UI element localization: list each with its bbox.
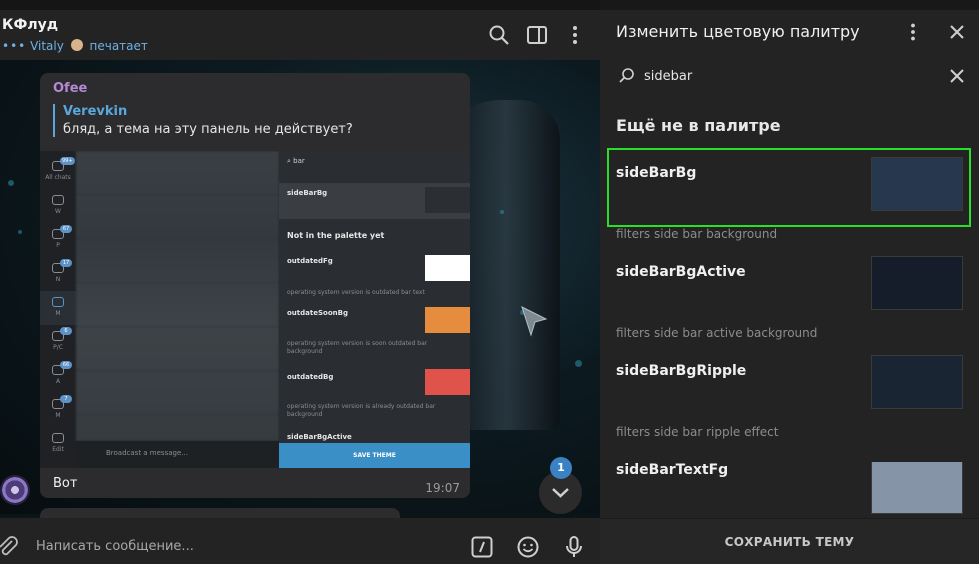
screenshot-swatch [425, 369, 470, 395]
message-input[interactable] [30, 532, 450, 560]
screenshot-composer: Broadcast a message... [76, 441, 279, 468]
mouse-cursor-icon [521, 306, 548, 337]
color-swatch[interactable] [871, 157, 963, 211]
reply-author: Verevkin [63, 104, 128, 119]
palette-item[interactable]: sideBarBg filters side bar background [600, 157, 979, 264]
emoji-icon[interactable] [516, 535, 540, 559]
palette-search-input[interactable] [644, 64, 944, 88]
rail-folder: 7M [40, 393, 76, 427]
screenshot-swatch [425, 307, 470, 333]
title-bar [0, 0, 979, 10]
screenshot-item-title: sideBarBgActive [287, 433, 352, 441]
typing-text: печатает [89, 39, 148, 53]
screenshot-item-title: outdateSoonBg [287, 309, 348, 317]
palette-item-desc: filters side bar ripple effect [616, 425, 779, 439]
background-dot [18, 230, 22, 234]
attached-screenshot[interactable]: 99+ All chats W 67 P 17 N M 6 P/C 66 A 7M Edi… [40, 151, 470, 468]
screenshot-item-desc: operating system version is outdated bar… [287, 289, 425, 296]
screenshot-item-title: sideBarBg [287, 189, 328, 197]
save-theme-button[interactable]: СОХРАНИТЬ ТЕМУ [600, 518, 979, 564]
typing-user: Vitaly [30, 39, 64, 53]
screenshot-chat-list-blurred [76, 151, 279, 441]
rail-folder: W [40, 189, 76, 223]
screenshot-palette-panel: ⌕ bar sideBarBg Not in the palette yet o… [279, 151, 470, 468]
bot-command-icon[interactable] [470, 535, 494, 559]
palette-panel: Изменить цветовую палитру Ещё не в палит… [600, 10, 979, 564]
palette-item-desc: filters side bar background [616, 227, 778, 241]
palette-item-name: sideBarTextFg [616, 462, 729, 478]
rail-folder: 99+ All chats [45, 157, 75, 181]
color-swatch[interactable] [871, 462, 963, 514]
panel-title: Изменить цветовую палитру [616, 22, 860, 41]
typing-dots: ••• [2, 39, 27, 53]
message-time: 19:07 [425, 481, 460, 495]
chat-title[interactable]: КФлуд [2, 17, 58, 33]
more-vertical-icon[interactable] [564, 24, 586, 46]
message-bubble[interactable]: Ofee Verevkin бляд, а тема на эту панель… [40, 73, 470, 498]
rail-folder: Edit [40, 427, 76, 461]
palette-item[interactable]: sideBarTextFg [600, 462, 979, 518]
typing-status: ••• Vitaly печатает [2, 39, 148, 53]
typing-emoji-icon [70, 39, 83, 51]
screenshot-section-title: Not in the palette yet [287, 231, 385, 240]
section-title: Ещё не в палитре [616, 116, 781, 135]
rail-folder: 67 P [40, 223, 76, 257]
screenshot-swatch [425, 187, 470, 213]
more-vertical-icon[interactable] [903, 22, 923, 42]
screenshot-search-text: ⌕ bar [287, 157, 305, 165]
palette-item[interactable]: sideBarBgActive filters side bar active … [600, 256, 979, 363]
sidebar-toggle-icon[interactable] [526, 24, 548, 46]
rail-folder: M [40, 291, 76, 325]
reply-text: бляд, а тема на эту панель не действует? [63, 122, 353, 137]
background-dot [500, 210, 504, 214]
background-dot [8, 180, 14, 186]
palette-item-name: sideBarBg [616, 165, 697, 181]
message-author[interactable]: Ofee [53, 81, 87, 96]
message-text: Вот [53, 476, 78, 491]
rail-folder: 66 A [40, 359, 76, 393]
attach-icon[interactable] [0, 535, 20, 559]
screenshot-item-title: outdatedFg [287, 257, 333, 265]
rail-folder: 17 N [40, 257, 76, 291]
screenshot-swatch [425, 255, 470, 281]
next-message-bubble[interactable] [40, 508, 400, 518]
screenshot-composer-placeholder: Broadcast a message... [106, 449, 188, 457]
app-window: КФлуд ••• Vitaly печатает Ofee Verevkin … [0, 0, 979, 564]
color-swatch[interactable] [871, 256, 963, 310]
palette-item-name: sideBarBgActive [616, 264, 746, 280]
unread-badge: 1 [550, 457, 572, 479]
screenshot-item-desc: operating system version is soon outdate… [287, 340, 428, 355]
palette-search [616, 62, 971, 90]
screenshot-folder-rail: 99+ All chats W 67 P 17 N M 6 P/C 66 A 7M Edi… [40, 151, 76, 468]
avatar[interactable] [0, 475, 30, 505]
search-icon[interactable] [488, 24, 510, 46]
chat-header[interactable]: КФлуд ••• Vitaly печатает [0, 10, 600, 60]
rail-folder: 6 P/C [40, 325, 76, 359]
search-icon [619, 68, 634, 83]
message-composer [0, 518, 600, 564]
palette-item[interactable]: sideBarBgRipple filters side bar ripple … [600, 355, 979, 462]
clear-search-icon[interactable] [947, 66, 967, 86]
chat-area: КФлуд ••• Vitaly печатает Ofee Verevkin … [0, 10, 600, 564]
background-dot [575, 360, 582, 367]
screenshot-item-desc: operating system version is already outd… [287, 403, 436, 418]
color-swatch[interactable] [871, 355, 963, 409]
close-icon[interactable] [947, 22, 967, 42]
palette-item-desc: filters side bar active background [616, 326, 818, 340]
reply-quote[interactable]: Verevkin бляд, а тема на эту панель не д… [53, 104, 353, 137]
screenshot-save-button: SAVE THEME [279, 443, 470, 468]
microphone-icon[interactable] [562, 535, 586, 559]
palette-item-name: sideBarBgRipple [616, 363, 747, 379]
screenshot-item-title: outdatedBg [287, 373, 334, 381]
